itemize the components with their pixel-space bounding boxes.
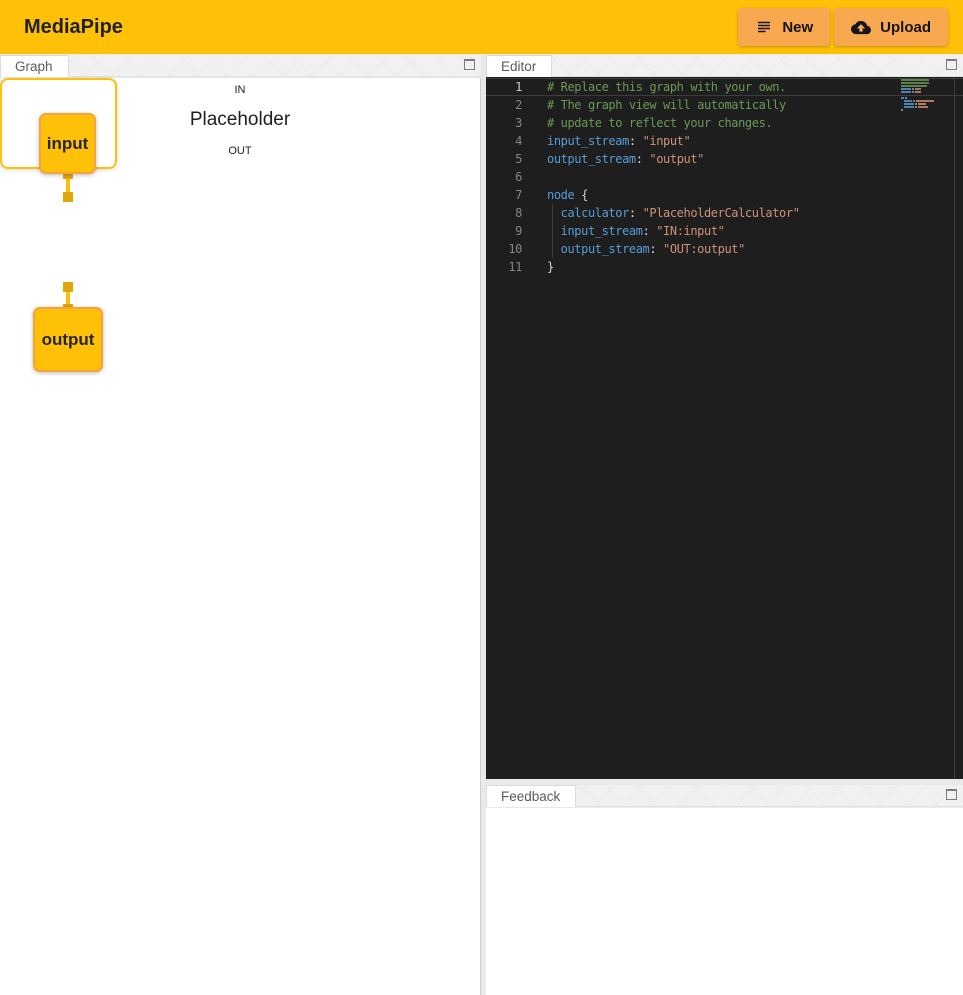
new-button-label: New bbox=[782, 19, 813, 36]
editor-maximize-icon[interactable] bbox=[946, 59, 957, 70]
graph-maximize-icon[interactable] bbox=[464, 59, 475, 70]
feedback-content bbox=[486, 808, 963, 995]
mediapipe-visualizer: MediaPipe New Upload Graph bbox=[0, 0, 963, 995]
code-line: 7node { bbox=[486, 186, 963, 204]
code-line: 4input_stream: "input" bbox=[486, 132, 963, 150]
graph-node-output[interactable]: output bbox=[33, 307, 103, 372]
app-header: MediaPipe New Upload bbox=[0, 0, 963, 54]
app-title: MediaPipe bbox=[0, 16, 123, 39]
feedback-panel: Feedback bbox=[486, 785, 963, 995]
placeholder-in-label: IN bbox=[0, 84, 480, 96]
tab-graph[interactable]: Graph bbox=[0, 55, 69, 77]
placeholder-out-label: OUT bbox=[0, 145, 480, 157]
editor-minimap[interactable] bbox=[901, 79, 949, 112]
editor-code: 1# Replace this graph with your own.2# T… bbox=[486, 78, 963, 276]
code-line: 11} bbox=[486, 258, 963, 276]
code-line: 8 calculator: "PlaceholderCalculator" bbox=[486, 204, 963, 222]
code-editor[interactable]: 1# Replace this graph with your own.2# T… bbox=[486, 77, 963, 779]
code-line: 3# update to reflect your changes. bbox=[486, 114, 963, 132]
code-line: 6 bbox=[486, 168, 963, 186]
upload-button[interactable]: Upload bbox=[834, 8, 948, 46]
graph-panel-tabbar: Graph bbox=[0, 55, 481, 77]
code-line: 1# Replace this graph with your own. bbox=[486, 78, 963, 96]
graph-canvas[interactable]: input IN Placeholder OUT output bbox=[0, 78, 481, 995]
header-buttons: New Upload bbox=[738, 8, 948, 46]
editor-panel: Editor 1# Replace this graph with your o… bbox=[486, 55, 963, 779]
editor-panel-tabbar: Editor bbox=[486, 55, 963, 77]
graph-node-placeholder-label: Placeholder bbox=[0, 109, 480, 131]
code-line: 9 input_stream: "IN:input" bbox=[486, 222, 963, 240]
graph-panel: Graph input IN Placeholder OUT output bbox=[0, 55, 481, 995]
menu-lines-icon bbox=[755, 18, 773, 36]
new-button[interactable]: New bbox=[738, 8, 830, 46]
graph-node-placeholder[interactable]: IN Placeholder OUT bbox=[0, 78, 117, 169]
feedback-maximize-icon[interactable] bbox=[946, 789, 957, 800]
tab-feedback[interactable]: Feedback bbox=[486, 785, 576, 807]
code-line: 10 output_stream: "OUT:output" bbox=[486, 240, 963, 258]
tab-editor[interactable]: Editor bbox=[486, 55, 552, 77]
cloud-upload-icon bbox=[851, 19, 871, 36]
code-line: 5output_stream: "output" bbox=[486, 150, 963, 168]
port-placeholder-in bbox=[63, 192, 73, 202]
code-line: 2# The graph view will automatically bbox=[486, 96, 963, 114]
feedback-panel-tabbar: Feedback bbox=[486, 785, 963, 807]
editor-overview-ruler[interactable] bbox=[954, 77, 955, 779]
graph-node-output-label: output bbox=[42, 330, 95, 350]
port-placeholder-out bbox=[63, 282, 73, 292]
upload-button-label: Upload bbox=[880, 19, 931, 36]
